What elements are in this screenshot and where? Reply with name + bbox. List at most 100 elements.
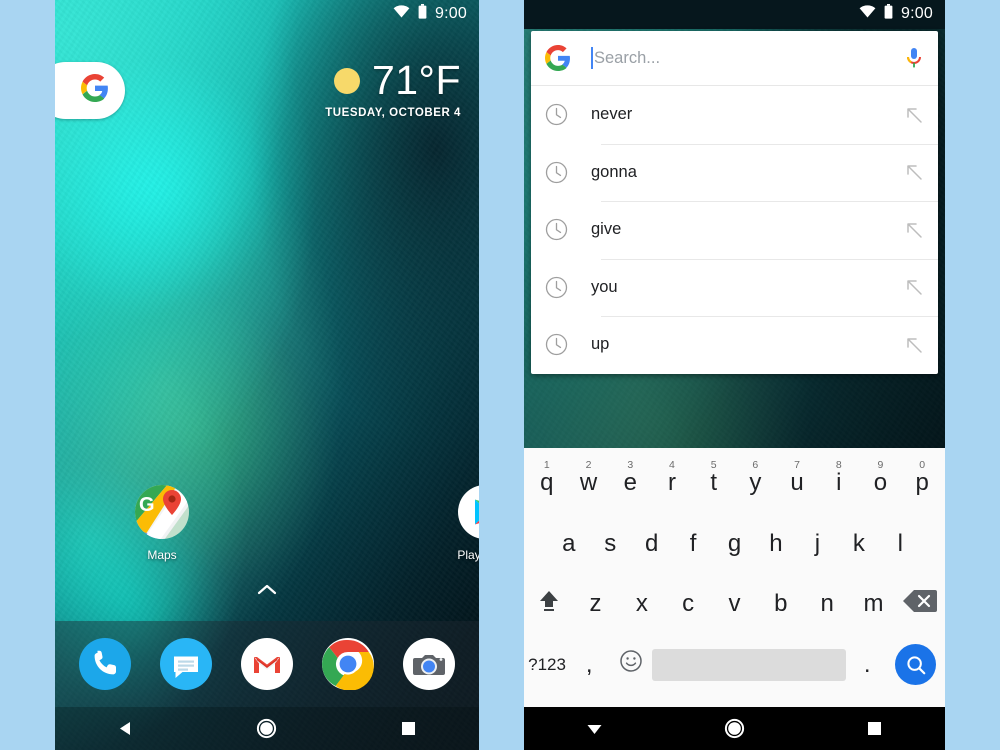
search-bar[interactable]: Search... bbox=[531, 31, 938, 86]
clock-icon bbox=[545, 276, 568, 299]
key-label: e bbox=[623, 469, 637, 497]
key-search-enter[interactable] bbox=[888, 635, 943, 696]
key-o[interactable]: 9o bbox=[860, 453, 902, 514]
key-f[interactable]: f bbox=[672, 514, 713, 575]
wifi-icon bbox=[393, 5, 410, 23]
google-search-pill[interactable] bbox=[55, 62, 125, 119]
nav-recents-button[interactable] bbox=[387, 707, 429, 750]
key-x[interactable]: x bbox=[619, 574, 665, 635]
wifi-icon bbox=[859, 5, 876, 23]
clock-icon bbox=[545, 161, 568, 184]
screenshot-stage: 9:00 71°F TUESDAY, OCTOBER 4 G Maps Play… bbox=[0, 0, 1000, 750]
nav-recents-button[interactable] bbox=[854, 707, 896, 750]
nav-home-button[interactable] bbox=[713, 707, 755, 750]
play-store-icon bbox=[457, 484, 479, 540]
suggestion-row[interactable]: give bbox=[531, 201, 938, 259]
suggestion-row[interactable]: you bbox=[531, 258, 938, 317]
key-label: m bbox=[863, 590, 884, 618]
key-label: i bbox=[836, 469, 842, 497]
key-b[interactable]: b bbox=[758, 574, 804, 635]
keyboard-row-4: ?123 , . bbox=[526, 635, 943, 696]
key-comma[interactable]: , bbox=[568, 635, 610, 696]
key-label: r bbox=[667, 469, 676, 497]
key-emoji[interactable] bbox=[610, 635, 652, 696]
app-drawer-handle[interactable] bbox=[55, 583, 479, 599]
key-label: w bbox=[579, 469, 598, 497]
key-s[interactable]: s bbox=[589, 514, 630, 575]
key-u[interactable]: 7u bbox=[776, 453, 818, 514]
key-v[interactable]: v bbox=[711, 574, 757, 635]
search-placeholder: Search... bbox=[594, 48, 661, 67]
suggestion-row[interactable]: never bbox=[531, 86, 938, 144]
key-number: 3 bbox=[627, 459, 634, 471]
arrow-north-west-icon[interactable] bbox=[904, 277, 924, 297]
weather-widget[interactable]: 71°F TUESDAY, OCTOBER 4 bbox=[325, 60, 461, 120]
suggestion-row[interactable]: up bbox=[531, 316, 938, 374]
nav-back-button[interactable] bbox=[105, 707, 147, 750]
key-l[interactable]: l bbox=[880, 514, 921, 575]
key-t[interactable]: 5t bbox=[693, 453, 735, 514]
key-k[interactable]: k bbox=[838, 514, 879, 575]
search-magnifier-icon bbox=[895, 644, 937, 686]
dock-item-camera[interactable] bbox=[402, 638, 455, 690]
key-e[interactable]: 3e bbox=[609, 453, 651, 514]
key-m[interactable]: m bbox=[850, 574, 896, 635]
microphone-icon[interactable] bbox=[904, 46, 924, 70]
key-g[interactable]: g bbox=[714, 514, 755, 575]
key-r[interactable]: 4r bbox=[651, 453, 693, 514]
key-n[interactable]: n bbox=[804, 574, 850, 635]
suggestion-text: never bbox=[591, 105, 633, 124]
key-i[interactable]: 8i bbox=[818, 453, 860, 514]
key-y[interactable]: 6y bbox=[735, 453, 777, 514]
key-q[interactable]: 1q bbox=[526, 453, 568, 514]
clock-icon bbox=[545, 333, 568, 356]
key-number: 8 bbox=[835, 459, 842, 471]
key-label: h bbox=[769, 529, 783, 557]
key-backspace[interactable] bbox=[897, 574, 943, 635]
key-p[interactable]: 0p bbox=[901, 453, 943, 514]
suggestion-row[interactable]: gonna bbox=[531, 143, 938, 202]
backspace-icon bbox=[902, 588, 938, 621]
suggestion-text: give bbox=[591, 220, 622, 239]
key-label: f bbox=[689, 529, 697, 557]
weather-date: TUESDAY, OCTOBER 4 bbox=[325, 107, 461, 119]
key-number: 7 bbox=[794, 459, 800, 471]
key-z[interactable]: z bbox=[572, 574, 618, 635]
key-a[interactable]: a bbox=[548, 514, 589, 575]
key-w[interactable]: 2w bbox=[568, 453, 610, 514]
key-period[interactable]: . bbox=[846, 635, 888, 696]
suggestion-text: you bbox=[591, 277, 618, 296]
arrow-north-west-icon[interactable] bbox=[904, 335, 924, 355]
key-label: p bbox=[915, 469, 929, 497]
key-number: 1 bbox=[543, 459, 550, 471]
key-label: l bbox=[897, 529, 903, 557]
key-c[interactable]: c bbox=[665, 574, 711, 635]
nav-home-button[interactable] bbox=[246, 707, 288, 750]
key-label: u bbox=[790, 469, 804, 497]
app-icon-maps[interactable]: G Maps bbox=[119, 484, 205, 562]
key-shift[interactable] bbox=[526, 574, 572, 635]
key-label: . bbox=[863, 650, 871, 678]
key-label: n bbox=[820, 590, 834, 618]
nav-hide-keyboard-button[interactable] bbox=[573, 707, 615, 750]
sun-icon bbox=[333, 67, 360, 94]
key-space[interactable] bbox=[652, 635, 847, 696]
dock-item-phone[interactable] bbox=[79, 638, 132, 690]
arrow-north-west-icon[interactable] bbox=[904, 105, 924, 125]
key-symbols[interactable]: ?123 bbox=[526, 635, 568, 696]
key-label: j bbox=[814, 529, 821, 557]
dock bbox=[55, 621, 479, 707]
key-label: c bbox=[682, 590, 695, 618]
nav-bar-left bbox=[55, 707, 479, 750]
phone-right-search-screen: 9:00 Search... never gonna give you up 1… bbox=[524, 0, 945, 750]
app-icon-play-store[interactable]: Play Store bbox=[442, 484, 479, 562]
dock-item-chrome[interactable] bbox=[321, 638, 374, 691]
dock-item-gmail[interactable] bbox=[240, 638, 293, 690]
key-j[interactable]: j bbox=[797, 514, 838, 575]
arrow-north-west-icon[interactable] bbox=[904, 162, 924, 182]
key-h[interactable]: h bbox=[755, 514, 796, 575]
search-input[interactable]: Search... bbox=[591, 47, 904, 69]
dock-item-messages[interactable] bbox=[160, 638, 213, 690]
key-d[interactable]: d bbox=[631, 514, 672, 575]
arrow-north-west-icon[interactable] bbox=[904, 220, 924, 240]
